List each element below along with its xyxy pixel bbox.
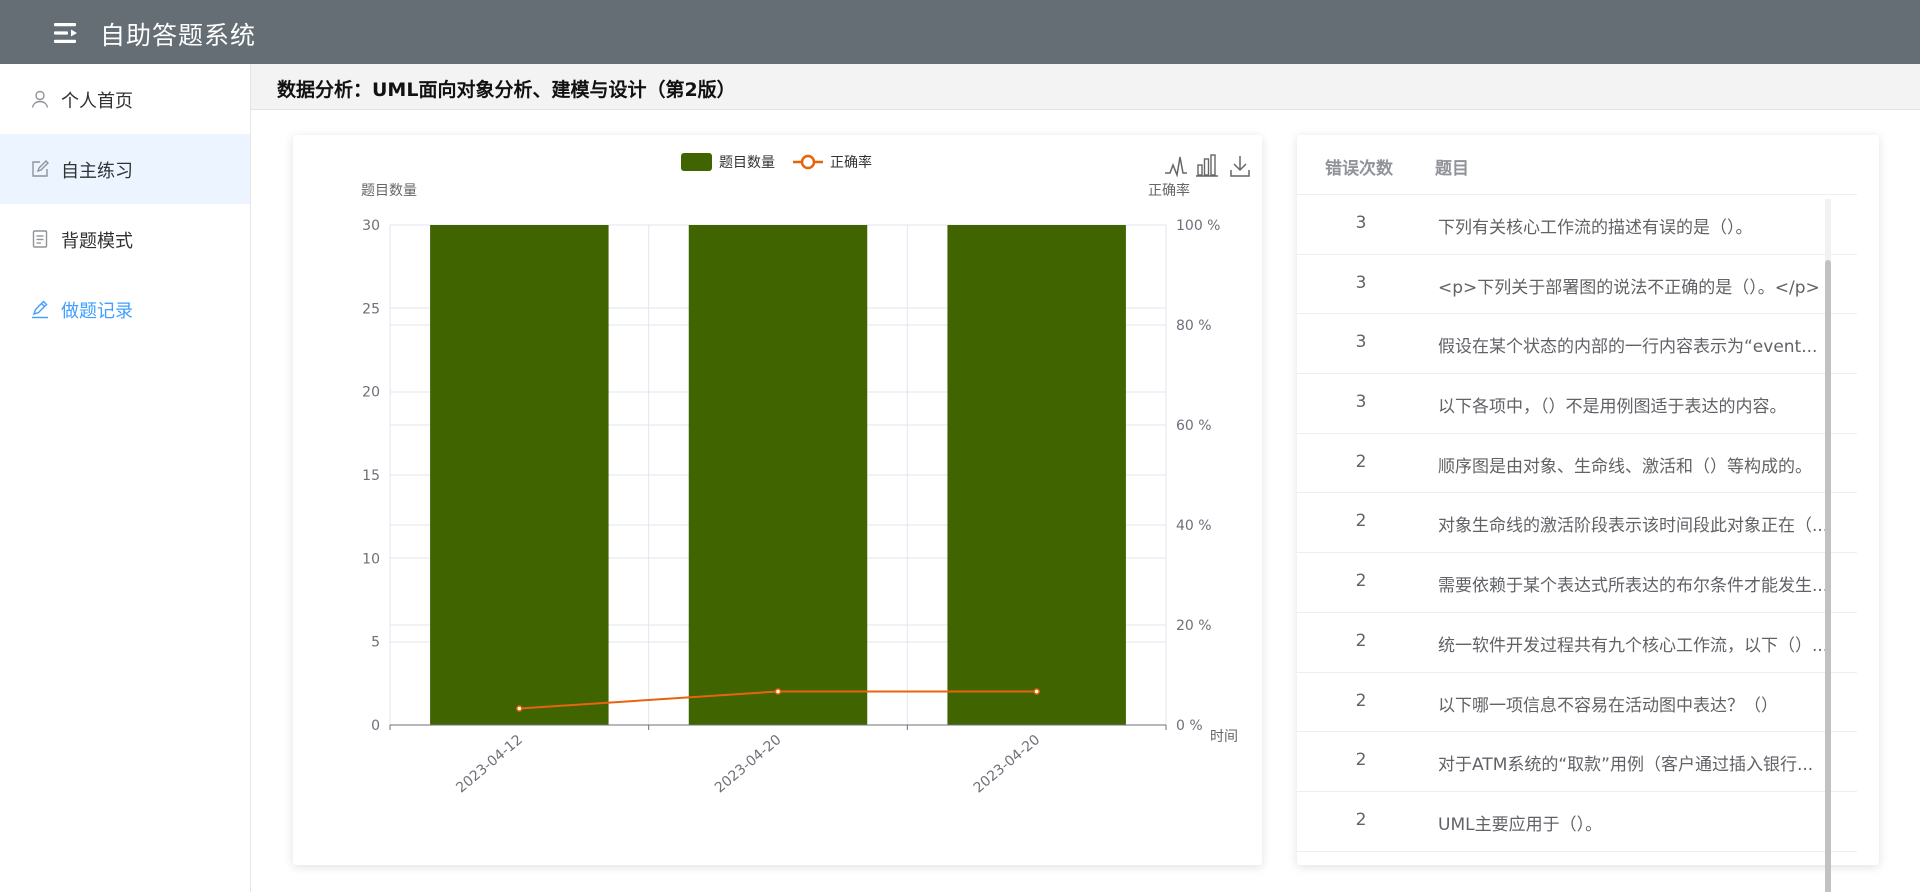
sidebar-item-practice[interactable]: 自主练习 — [0, 134, 250, 204]
question-cell: <p>下列关于部署图的说法不正确的是（）。</p> — [1438, 277, 1820, 298]
question-cell: 对象生命线的激活阶段表示该时间段此对象正在（... — [1438, 516, 1829, 537]
bar-chart-icon[interactable] — [1195, 153, 1219, 177]
table-row[interactable]: 3 <p>下列关于部署图的说法不正确的是（）。</p> — [1297, 255, 1857, 315]
y2-tick-label: 20 % — [1176, 618, 1212, 634]
question-cell: 以下各项中，（）不是用例图适于表达的内容。 — [1438, 397, 1787, 418]
y-tick-label: 30 — [362, 218, 380, 234]
legend-item-bar[interactable]: 题目数量 — [681, 153, 775, 171]
question-cell: 顺序图是由对象、生命线、激活和（）等构成的。 — [1438, 456, 1812, 477]
y2-tick-label: 0 % — [1176, 718, 1203, 734]
question-cell: UML主要应用于（）。 — [1438, 814, 1603, 835]
edit-icon — [30, 159, 50, 179]
bar[interactable] — [688, 225, 868, 725]
sidebar-item-home[interactable]: 个人首页 — [0, 64, 250, 134]
error-table-card: 错误次数 题目 3 下列有关核心工作流的描述有误的是（）。 3 <p>下列关于部署图的… — [1297, 135, 1879, 865]
legend-line-marker — [800, 154, 816, 170]
error-count-cell: 3 — [1355, 332, 1367, 353]
y-tick-label: 15 — [362, 468, 380, 484]
y-axis-title: 题目数量 — [361, 183, 417, 199]
question-cell: 对于ATM系统的“取款”用例（客户通过插入银行... — [1438, 755, 1814, 776]
page-header: 数据分析：UML面向对象分析、建模与设计（第2版） — [251, 64, 1920, 110]
y-tick-label: 5 — [371, 635, 380, 651]
error-count-cell: 3 — [1355, 272, 1367, 293]
table-row[interactable]: 3 下列有关核心工作流的描述有误的是（）。 — [1297, 195, 1857, 255]
table-row[interactable]: 3 假设在某个状态的内部的一行内容表示为“event... — [1297, 314, 1857, 375]
y2-tick-label: 80 % — [1176, 318, 1212, 334]
chart-card: 0 5 10 15 20 25 30 0 % 20 % 40 % 60 % 80 % 100 % 2023… — [293, 135, 1262, 865]
question-cell: 以下哪一项信息不容易在活动图中表达？（） — [1438, 695, 1778, 716]
table-row[interactable]: 2 UML主要应用于（）。 — [1297, 792, 1857, 852]
page-title: 数据分析：UML面向对象分析、建模与设计（第2版） — [277, 79, 736, 101]
user-icon — [30, 89, 50, 109]
legend-bar-swatch — [681, 153, 712, 171]
sidebar-item-study-mode[interactable]: 背题模式 — [0, 204, 250, 274]
table-scrollbar[interactable] — [1825, 199, 1831, 892]
table-row[interactable]: 2 需要依赖于某个表达式所表达的布尔条件才能发生... — [1297, 553, 1857, 613]
error-count-cell: 2 — [1355, 511, 1367, 532]
legend-item-line[interactable]: 正确率 — [793, 154, 872, 171]
table-row[interactable]: 2 以下哪一项信息不容易在活动图中表达？（） — [1297, 673, 1857, 733]
question-cell: 统一软件开发过程共有九个核心工作流，以下（）... — [1438, 635, 1829, 656]
error-count-cell: 2 — [1355, 809, 1367, 830]
menu-toggle-icon[interactable] — [52, 20, 82, 46]
line-point[interactable] — [1033, 688, 1040, 695]
question-cell: 需要依赖于某个表达式所表达的布尔条件才能发生... — [1438, 576, 1829, 597]
table-scrollbar-thumb[interactable] — [1825, 260, 1831, 892]
top-bar: 自助答题系统 — [0, 0, 1920, 64]
error-count-cell: 2 — [1355, 571, 1367, 592]
table-header: 错误次数 题目 — [1297, 135, 1857, 195]
table-row[interactable]: 2 顺序图是由对象、生命线、激活和（）等构成的。 — [1297, 434, 1857, 494]
error-count-cell: 3 — [1355, 392, 1367, 413]
table-row[interactable]: 2 对象生命线的激活阶段表示该时间段此对象正在（... — [1297, 493, 1857, 554]
sidebar-item-label: 个人首页 — [61, 91, 133, 112]
question-cell: 下列有关核心工作流的描述有误的是（）。 — [1438, 218, 1753, 238]
sidebar-item-label: 做题记录 — [61, 301, 133, 322]
error-count-cell: 3 — [1355, 213, 1367, 233]
error-count-cell: 2 — [1355, 451, 1367, 472]
column-header-count[interactable]: 错误次数 — [1325, 154, 1393, 179]
y-tick-label: 10 — [362, 551, 380, 567]
x-tick-label: 2023-04-20 — [971, 732, 1044, 797]
app-title: 自助答题系统 — [100, 21, 257, 50]
pen-icon — [30, 299, 50, 319]
table-row[interactable]: 2 统一软件开发过程共有九个核心工作流，以下（）... — [1297, 613, 1857, 673]
x-tick-label: 2023-04-20 — [712, 732, 785, 797]
x-axis-title: 时间 — [1210, 729, 1238, 745]
y-tick-label: 0 — [371, 718, 380, 734]
y-tick-label: 20 — [362, 385, 380, 401]
error-count-cell: 2 — [1355, 630, 1367, 651]
table-row[interactable]: 2 对于ATM系统的“取款”用例（客户通过插入银行... — [1297, 732, 1857, 792]
sidebar-item-label: 背题模式 — [61, 231, 133, 252]
question-cell: 假设在某个状态的内部的一行内容表示为“event... — [1438, 337, 1818, 358]
bar[interactable] — [947, 225, 1126, 725]
column-header-question[interactable]: 题目 — [1435, 154, 1469, 179]
legend-label: 正确率 — [830, 154, 872, 171]
y2-tick-label: 100 % — [1176, 218, 1220, 234]
sidebar: 个人首页 自主练习 背题模式 做题记录 — [0, 64, 251, 892]
table-row[interactable]: 3 以下各项中，（）不是用例图适于表达的内容。 — [1297, 374, 1857, 434]
document-icon — [30, 229, 50, 249]
sidebar-item-records[interactable]: 做题记录 — [0, 274, 250, 344]
y-tick-label: 25 — [362, 301, 380, 317]
main-content: 数据分析：UML面向对象分析、建模与设计（第2版） 0 5 10 15 20 25 30 0 … — [251, 64, 1920, 892]
chart[interactable]: 0 5 10 15 20 25 30 0 % 20 % 40 % 60 % 80 % 100 % 2023… — [293, 135, 1262, 865]
y2-tick-label: 60 % — [1176, 418, 1212, 434]
error-count-cell: 2 — [1355, 750, 1367, 771]
line-point[interactable] — [774, 688, 782, 695]
download-icon[interactable] — [1228, 153, 1252, 177]
line-point[interactable] — [516, 705, 523, 712]
sidebar-item-label: 自主练习 — [61, 161, 133, 182]
table-body: 3 下列有关核心工作流的描述有误的是（）。 3 <p>下列关于部署图的说法不正确的是（… — [1297, 195, 1857, 852]
x-tick-label: 2023-04-12 — [453, 732, 526, 797]
legend: 题目数量 正确率 — [681, 153, 872, 171]
bar[interactable] — [430, 225, 609, 725]
y2-tick-label: 40 % — [1176, 518, 1212, 534]
error-count-cell: 2 — [1355, 690, 1367, 711]
line-chart-icon[interactable] — [1163, 153, 1187, 178]
y2-axis-title: 正确率 — [1148, 182, 1190, 199]
legend-label: 题目数量 — [719, 155, 775, 171]
